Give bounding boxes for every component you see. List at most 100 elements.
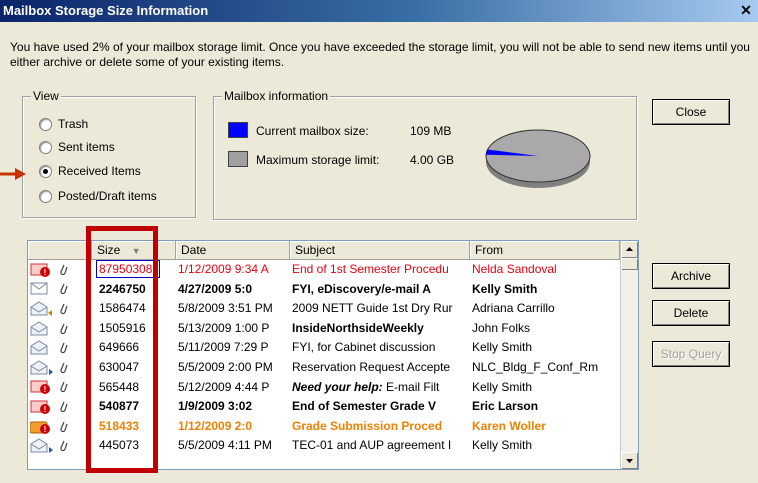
header-from[interactable]: From — [470, 241, 620, 259]
subject-cell: FYI, for Cabinet discussion — [292, 340, 436, 355]
radio-button-selected-icon[interactable] — [39, 164, 52, 178]
current-size-value: 109 MB — [410, 124, 452, 138]
archive-button[interactable]: Archive — [652, 263, 730, 289]
radio-trash[interactable]: Trash — [39, 117, 88, 131]
size-cell: 518433 — [99, 418, 140, 433]
subject-cell: End of 1st Semester Procedu — [292, 262, 449, 276]
radio-button-icon[interactable] — [39, 189, 52, 203]
size-cell: 540877 — [99, 399, 140, 414]
storage-usage-message: You have used 2% of your mailbox storage… — [10, 40, 750, 69]
radio-label: Sent items — [58, 140, 115, 154]
table-row[interactable]: 1505916 5/13/2009 1:00 P InsideNorthsideWe… — [28, 319, 620, 339]
date-cell: 1/12/2009 2:0 — [178, 418, 253, 433]
priority-envelope-icon: ! — [30, 380, 50, 395]
scroll-thumb[interactable] — [621, 258, 638, 270]
table-row[interactable]: 445073 5/5/2009 4:11 PM TEC-01 and AUP agr… — [28, 436, 620, 456]
radio-sent-items[interactable]: Sent items — [39, 140, 115, 154]
view-group: View Trash Sent items Received Items Pos… — [22, 89, 196, 218]
message-type-cell: ! — [30, 378, 92, 398]
attachment-paperclip-icon — [60, 284, 68, 295]
from-cell: John Folks — [472, 320, 531, 335]
table-row[interactable]: ! 87950308 1/12/2009 9:34 A End of 1st Seme… — [28, 260, 620, 280]
message-type-cell — [30, 338, 92, 358]
table-row[interactable]: ! 540877 1/9/2009 3:02 End of Semester Grad… — [28, 397, 620, 417]
title-bar: Mailbox Storage Size Information ✕ — [0, 0, 758, 22]
table-row[interactable]: 2246750 4/27/2009 5:0 FYI, eDiscovery/e-ma… — [28, 280, 620, 300]
message-type-cell — [30, 436, 92, 456]
stop-query-button: Stop Query — [652, 341, 730, 367]
size-cell: 649666 — [99, 340, 140, 355]
mailbox-information-group: Mailbox information Current mailbox size… — [213, 89, 637, 220]
svg-text:!: ! — [44, 405, 47, 414]
attachment-paperclip-icon — [60, 401, 68, 413]
header-date[interactable]: Date — [176, 241, 290, 259]
radio-label: Received Items — [58, 164, 141, 178]
table-row[interactable]: 649666 5/11/2009 7:29 P FYI, for Cabinet d… — [28, 338, 620, 358]
table-row[interactable]: 1586474 5/8/2009 3:51 PM 2009 NETT Guide 1… — [28, 299, 620, 319]
message-list[interactable]: Size ▼ Date Subject From ! 87950308 1/12/2… — [27, 240, 639, 470]
table-row[interactable]: 630047 5/5/2009 2:00 PM Reservation Reques… — [28, 358, 620, 378]
message-type-cell: ! — [30, 260, 92, 280]
radio-posted-draft-items[interactable]: Posted/Draft items — [39, 189, 157, 203]
max-limit-value: 4.00 GB — [410, 153, 455, 167]
from-cell: Nelda Sandoval — [472, 262, 557, 276]
from-cell: Eric Larson — [472, 399, 539, 414]
table-row[interactable]: ! 518433 1/12/2009 2:0 Grade Submission Pro… — [28, 417, 620, 437]
date-cell: 5/5/2009 4:11 PM — [178, 438, 272, 453]
radio-label: Trash — [58, 117, 89, 131]
list-header: Size ▼ Date Subject From — [28, 241, 620, 260]
subject-emphasis: Need your help: — [292, 379, 383, 394]
message-type-cell: ! — [30, 417, 92, 437]
window-title: Mailbox Storage Size Information — [3, 3, 209, 18]
header-size-label: Size — [97, 243, 121, 257]
forward-envelope-icon — [30, 360, 53, 375]
forward-envelope-icon — [30, 438, 53, 454]
message-type-cell — [30, 280, 92, 300]
size-cell: 1586474 — [99, 301, 146, 316]
radio-received-items[interactable]: Received Items — [39, 164, 141, 178]
svg-text:!: ! — [44, 268, 47, 277]
message-type-cell — [30, 358, 92, 378]
max-limit-label: Maximum storage limit: — [256, 153, 380, 167]
delete-button[interactable]: Delete — [652, 300, 730, 326]
size-cell: 565448 — [99, 379, 140, 394]
folder-priority-icon: ! — [30, 421, 50, 434]
subject-cell: TEC-01 and AUP agreement I — [292, 438, 452, 453]
header-subject[interactable]: Subject — [290, 241, 470, 259]
size-cell: 2246750 — [99, 281, 146, 296]
subject-cell: End of Semester Grade V — [292, 399, 437, 414]
size-cell: 445073 — [99, 438, 140, 453]
window-close-icon[interactable]: ✕ — [738, 1, 754, 19]
attachment-paperclip-icon — [60, 342, 68, 354]
priority-envelope-icon: ! — [30, 400, 50, 414]
scroll-down-button[interactable] — [621, 452, 638, 469]
size-cell: 1505916 — [99, 320, 146, 335]
header-icons[interactable] — [28, 241, 92, 259]
attachment-paperclip-icon — [60, 303, 68, 315]
attachment-paperclip-icon — [60, 440, 68, 452]
attachment-paperclip-icon — [60, 382, 68, 393]
attachment-paperclip-icon — [60, 362, 68, 373]
header-size[interactable]: Size ▼ — [92, 241, 176, 259]
date-cell: 5/5/2009 2:00 PM — [178, 359, 273, 374]
table-row[interactable]: ! 565448 5/12/2009 4:44 P Need your help: E… — [28, 378, 620, 398]
date-cell: 1/12/2009 9:34 A — [178, 262, 269, 276]
vertical-scrollbar[interactable] — [620, 241, 638, 469]
from-cell: Kelly Smith — [472, 438, 533, 453]
from-cell: Karen Woller — [472, 418, 546, 433]
open-envelope-icon — [30, 321, 48, 336]
priority-envelope-icon: ! — [30, 263, 50, 277]
from-cell: Kelly Smith — [472, 281, 538, 296]
date-cell: 4/27/2009 5:0 — [178, 281, 253, 296]
close-button[interactable]: Close — [652, 99, 730, 125]
radio-button-icon[interactable] — [39, 117, 52, 131]
radio-button-icon[interactable] — [39, 140, 52, 154]
date-cell: 5/13/2009 1:00 P — [178, 320, 270, 335]
from-cell: Adriana Carrillo — [472, 301, 555, 316]
subject-cell: Reservation Request Accepte — [292, 359, 451, 374]
annotation-arrow-icon — [0, 168, 26, 180]
scroll-up-button[interactable] — [621, 241, 638, 258]
storage-pie-chart — [485, 129, 591, 188]
sort-descending-icon: ▼ — [131, 246, 141, 256]
date-cell: 5/12/2009 4:44 P — [178, 379, 270, 394]
